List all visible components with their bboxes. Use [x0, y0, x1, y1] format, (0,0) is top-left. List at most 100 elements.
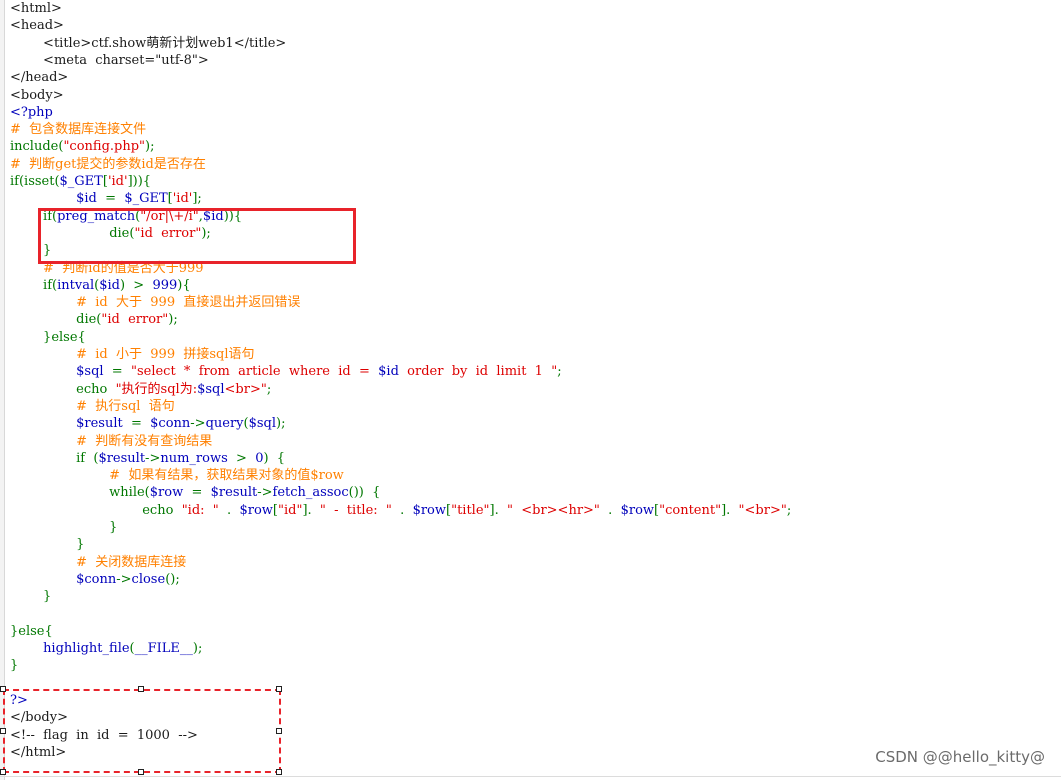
- code-token-keyword: );: [145, 139, 155, 155]
- code-token-php: $row: [620, 502, 655, 518]
- code-line: }: [10, 588, 51, 605]
- code-token-php: $result: [210, 485, 258, 501]
- code-token-string: 'id': [172, 191, 193, 207]
- resize-handle-top-middle[interactable]: [138, 686, 144, 692]
- code-token-keyword: echo: [76, 381, 116, 397]
- code-token-php: query: [205, 416, 244, 432]
- code-token-php: fetch_assoc: [272, 485, 349, 501]
- code-token-string: " <br><hr>": [506, 502, 600, 518]
- code-token-keyword: .: [218, 502, 240, 518]
- code-token-default: [10, 641, 43, 656]
- code-token-keyword: >: [227, 450, 256, 466]
- resize-handle-top-left[interactable]: [0, 686, 6, 692]
- code-line: if(intval($id) > 999){: [10, 277, 191, 294]
- code-line: $sql = "select * from article where id =…: [10, 363, 561, 380]
- code-token-php: close: [131, 571, 166, 587]
- resize-handle-middle-left[interactable]: [0, 728, 6, 734]
- code-line: # 包含数据库连接文件: [10, 121, 146, 138]
- code-token-string: 'id': [107, 174, 128, 189]
- code-token-string: "id error": [101, 312, 169, 328]
- highlight-box-preg-match: [38, 208, 356, 264]
- code-token-keyword: while(: [10, 485, 150, 501]
- code-line: if(isset($_GET['id'])){: [10, 173, 151, 190]
- resize-handle-middle-right[interactable]: [276, 728, 282, 734]
- code-token-php: $result: [76, 416, 123, 432]
- code-token-keyword: ;: [266, 381, 272, 397]
- code-token-keyword: die(: [76, 312, 102, 328]
- code-token-keyword: ->: [116, 571, 132, 587]
- code-token-php: $conn: [150, 416, 191, 432]
- resize-handle-bottom-right[interactable]: [276, 769, 282, 775]
- code-line: <head>: [10, 17, 64, 34]
- code-token-keyword: =: [103, 364, 131, 380]
- resize-handle-bottom-middle[interactable]: [138, 769, 144, 775]
- code-token-default: <meta charset="utf-8">: [10, 52, 209, 68]
- code-token-string: "id": [277, 502, 303, 518]
- code-line: # 关闭数据库连接: [10, 554, 186, 571]
- code-line: echo "执行的sql为:$sql<br>";: [10, 381, 271, 398]
- code-token-keyword: ();: [165, 571, 180, 587]
- editor-gutter: [0, 0, 5, 780]
- code-token-keyword: .: [599, 502, 621, 518]
- code-token-keyword: ].: [721, 502, 739, 518]
- code-token-keyword: }: [10, 520, 118, 535]
- code-line: }: [10, 657, 18, 674]
- code-token-comment: # 判断有没有查询结果: [10, 433, 213, 449]
- code-token-comment: # 判断get提交的参数id是否存在: [10, 156, 206, 172]
- code-token-default: <title>ctf.show萌新计划web1</title>: [10, 35, 287, 51]
- code-line: highlight_file(__FILE__);: [10, 640, 202, 657]
- code-token-keyword: ])){: [127, 174, 152, 189]
- code-token-php: <?php: [10, 104, 53, 120]
- code-token-comment: # id 小于 999 拼接sql语句: [10, 347, 255, 362]
- code-token-default: [10, 312, 76, 327]
- code-token-default: [10, 191, 76, 206]
- code-token-string: "config.php": [63, 139, 146, 155]
- code-token-string: "执行的sql为:: [115, 381, 198, 397]
- code-token-keyword: }: [10, 658, 19, 674]
- code-token-default: [10, 364, 76, 379]
- code-token-keyword: =: [96, 191, 125, 207]
- code-token-comment: # 如果有结果，获取结果对象的值$row: [10, 468, 344, 484]
- code-editor: <html> <head> <title>ctf.show萌新计划web1</ti…: [0, 0, 1061, 780]
- code-line: include("config.php");: [10, 138, 154, 155]
- code-token-keyword: .: [391, 502, 413, 518]
- bottom-divider: [0, 776, 1061, 777]
- code-token-keyword: );: [168, 312, 178, 328]
- code-token-string: <br>": [224, 381, 267, 397]
- code-line: }else{: [10, 329, 86, 346]
- code-token-keyword: if(: [10, 277, 58, 293]
- code-token-php: $sql: [248, 416, 277, 432]
- code-token-keyword: );: [276, 416, 286, 432]
- selection-box-flag-comment[interactable]: [3, 689, 281, 773]
- code-line: }: [10, 536, 84, 553]
- code-line: # id 小于 999 拼接sql语句: [10, 346, 255, 363]
- code-token-keyword: }else{: [10, 623, 53, 639]
- code-token-keyword: echo: [142, 502, 182, 518]
- code-token-php: $row: [412, 502, 447, 518]
- code-token-keyword: );: [192, 641, 203, 657]
- code-token-string: "content": [659, 502, 722, 518]
- code-line: if ($result->num_rows > 0) {: [10, 450, 285, 467]
- code-token-php: __FILE__: [134, 641, 193, 657]
- code-line: <body>: [10, 87, 64, 104]
- code-token-keyword: ()) {: [348, 485, 381, 501]
- code-token-php: $id: [378, 364, 399, 380]
- code-token-comment: # 关闭数据库连接: [10, 554, 187, 570]
- code-token-php: highlight_file: [43, 641, 130, 657]
- code-line: <?php: [10, 104, 53, 121]
- code-token-default: [10, 382, 76, 397]
- code-line: <meta charset="utf-8">: [10, 52, 209, 69]
- code-token-string: " - title: ": [319, 502, 392, 518]
- code-line: # 执行sql 语句: [10, 398, 175, 415]
- code-token-string: order by id limit 1 ": [398, 364, 558, 380]
- code-token-comment: # 包含数据库连接文件: [10, 122, 147, 138]
- resize-handle-bottom-left[interactable]: [0, 769, 6, 775]
- code-token-php: $_GET: [59, 174, 103, 189]
- code-token-keyword: include(: [10, 139, 64, 155]
- code-line: $result = $conn->query($sql);: [10, 415, 285, 432]
- code-token-string: "title": [451, 502, 490, 518]
- code-token-string: "select * from article where id =: [130, 364, 379, 380]
- code-token-keyword: ].: [489, 502, 507, 518]
- resize-handle-top-right[interactable]: [276, 686, 282, 692]
- code-token-php: $row: [149, 485, 184, 501]
